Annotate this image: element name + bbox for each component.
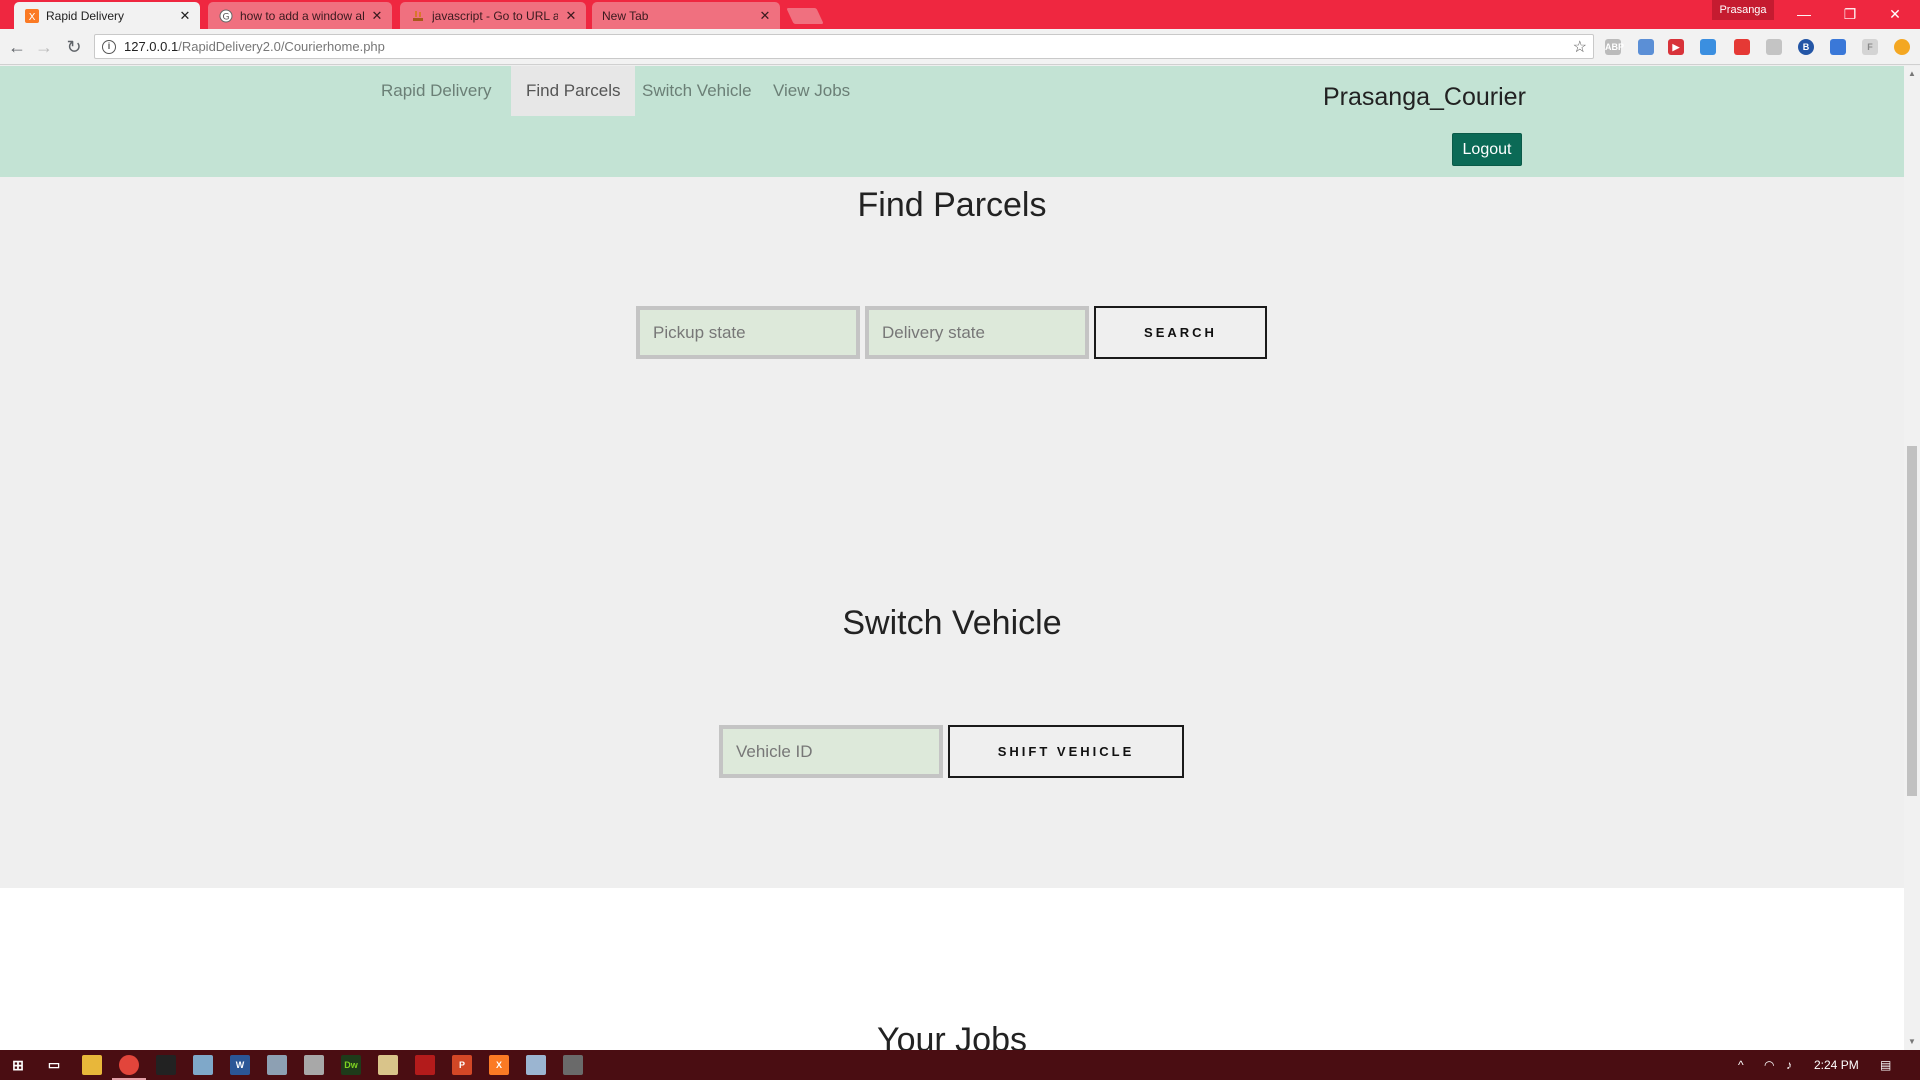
tray-chevron-icon[interactable]: ^ xyxy=(1738,1050,1744,1080)
paint-icon[interactable] xyxy=(267,1055,287,1075)
reload-icon[interactable]: ↻ xyxy=(62,35,86,59)
logout-button[interactable]: Logout xyxy=(1452,133,1522,166)
profile-badge[interactable]: Prasanga xyxy=(1712,0,1774,20)
find-parcels-title: Find Parcels xyxy=(857,186,1047,224)
extension-icon[interactable] xyxy=(1894,39,1910,55)
clock[interactable]: 2:24 PM xyxy=(1814,1050,1859,1080)
close-icon[interactable]: ✕ xyxy=(178,8,192,24)
vehicle-id-input[interactable]: Vehicle ID xyxy=(719,725,943,778)
tab-google-search[interactable]: G how to add a window ale ✕ xyxy=(208,2,392,29)
extension-icon[interactable] xyxy=(1766,39,1782,55)
site-navbar: Rapid Delivery Find Parcels Switch Vehic… xyxy=(0,66,1904,177)
adblock-icon[interactable]: ABP xyxy=(1605,39,1624,55)
photos-icon[interactable] xyxy=(563,1055,583,1075)
extension-icon[interactable]: B xyxy=(1798,39,1814,55)
xampp-icon[interactable]: X xyxy=(489,1055,509,1075)
windows-taskbar: ⊞ ▭ W Dw P X ^ ◠ ♪ 2:24 PM ▤ xyxy=(0,1050,1920,1080)
tab-rapid-delivery[interactable]: X Rapid Delivery ✕ xyxy=(14,2,200,29)
tab-title: javascript - Go to URL af xyxy=(432,8,558,23)
powerpoint-icon[interactable]: P xyxy=(452,1055,472,1075)
dreamweaver-icon[interactable]: Dw xyxy=(341,1055,361,1075)
delivery-state-input[interactable]: Delivery state xyxy=(865,306,1089,359)
google-icon: G xyxy=(218,8,234,24)
search-button[interactable]: SEARCH xyxy=(1094,306,1267,359)
jobs-title: Your Jobs xyxy=(877,1021,1027,1050)
close-window-icon[interactable]: ✕ xyxy=(1875,3,1915,25)
scroll-up-icon[interactable]: ▲ xyxy=(1904,66,1920,82)
xampp-icon: X xyxy=(24,8,40,24)
tab-title: New Tab xyxy=(602,8,649,23)
tab-new-tab[interactable]: New Tab ✕ xyxy=(592,2,780,29)
nav-find-parcels[interactable]: Find Parcels xyxy=(511,66,636,116)
extension-icon[interactable]: F xyxy=(1862,39,1878,55)
switch-vehicle-title: Switch Vehicle xyxy=(842,604,1062,642)
minimize-icon[interactable]: — xyxy=(1784,3,1824,25)
scroll-thumb[interactable] xyxy=(1907,446,1917,796)
page-viewport: Rapid Delivery Find Parcels Switch Vehic… xyxy=(0,66,1904,1050)
windows-start-icon[interactable]: ⊞ xyxy=(8,1055,28,1075)
chrome-icon[interactable] xyxy=(119,1055,139,1075)
file-explorer-icon[interactable] xyxy=(82,1055,102,1075)
extension-icon[interactable] xyxy=(1734,39,1750,55)
tab-stackoverflow[interactable]: javascript - Go to URL af ✕ xyxy=(400,2,586,29)
calculator-icon[interactable] xyxy=(304,1055,324,1075)
terminal-icon[interactable] xyxy=(156,1055,176,1075)
browser-toolbar: ← → ↻ i 127.0.0.1 /RapidDelivery2.0/Cour… xyxy=(0,29,1920,65)
url-host: 127.0.0.1 xyxy=(124,39,179,54)
restore-icon[interactable]: ❐ xyxy=(1830,3,1870,25)
tab-title: Rapid Delivery xyxy=(46,8,125,23)
nav-view-jobs[interactable]: View Jobs xyxy=(758,66,865,116)
word-icon[interactable]: W xyxy=(230,1055,250,1075)
extension-icon[interactable] xyxy=(1700,39,1716,55)
username: Prasanga_Courier xyxy=(1323,83,1526,111)
acrobat-icon[interactable] xyxy=(415,1055,435,1075)
notepad-icon[interactable] xyxy=(526,1055,546,1075)
extension-icon[interactable] xyxy=(1830,39,1846,55)
scroll-down-icon[interactable]: ▼ xyxy=(1904,1034,1920,1050)
wifi-icon[interactable]: ◠ xyxy=(1764,1050,1774,1080)
volume-icon[interactable]: ♪ xyxy=(1786,1050,1792,1080)
svg-text:X: X xyxy=(29,12,36,23)
svg-text:G: G xyxy=(223,12,230,22)
address-bar[interactable]: i 127.0.0.1 /RapidDelivery2.0/Courierhom… xyxy=(94,34,1594,59)
url-path: /RapidDelivery2.0/Courierhome.php xyxy=(178,39,385,54)
nav-switch-vehicle[interactable]: Switch Vehicle xyxy=(627,66,767,116)
task-view-icon[interactable]: ▭ xyxy=(44,1055,64,1075)
back-icon[interactable]: ← xyxy=(5,35,29,59)
close-icon[interactable]: ✕ xyxy=(564,8,578,24)
pickup-state-input[interactable]: Pickup state xyxy=(636,306,860,359)
brand-link[interactable]: Rapid Delivery xyxy=(366,66,507,116)
record-icon[interactable]: ▶ xyxy=(1668,39,1684,55)
info-icon[interactable]: i xyxy=(102,39,116,54)
close-icon[interactable]: ✕ xyxy=(370,8,384,24)
notepad-icon[interactable] xyxy=(193,1055,213,1075)
extension-icon[interactable] xyxy=(1638,39,1654,55)
new-tab-button[interactable] xyxy=(786,8,824,24)
forward-icon[interactable]: → xyxy=(32,35,56,59)
browser-titlebar: X Rapid Delivery ✕ G how to add a window… xyxy=(0,0,1920,29)
app-icon[interactable] xyxy=(378,1055,398,1075)
shift-vehicle-button[interactable]: SHIFT VEHICLE xyxy=(948,725,1184,778)
stackoverflow-icon xyxy=(410,8,426,24)
tab-title: how to add a window ale xyxy=(240,8,364,23)
page-scrollbar[interactable]: ▲ ▼ xyxy=(1904,66,1920,1050)
close-icon[interactable]: ✕ xyxy=(758,8,772,24)
bookmark-star-icon[interactable]: ☆ xyxy=(1573,37,1587,57)
notifications-icon[interactable]: ▤ xyxy=(1880,1050,1891,1080)
